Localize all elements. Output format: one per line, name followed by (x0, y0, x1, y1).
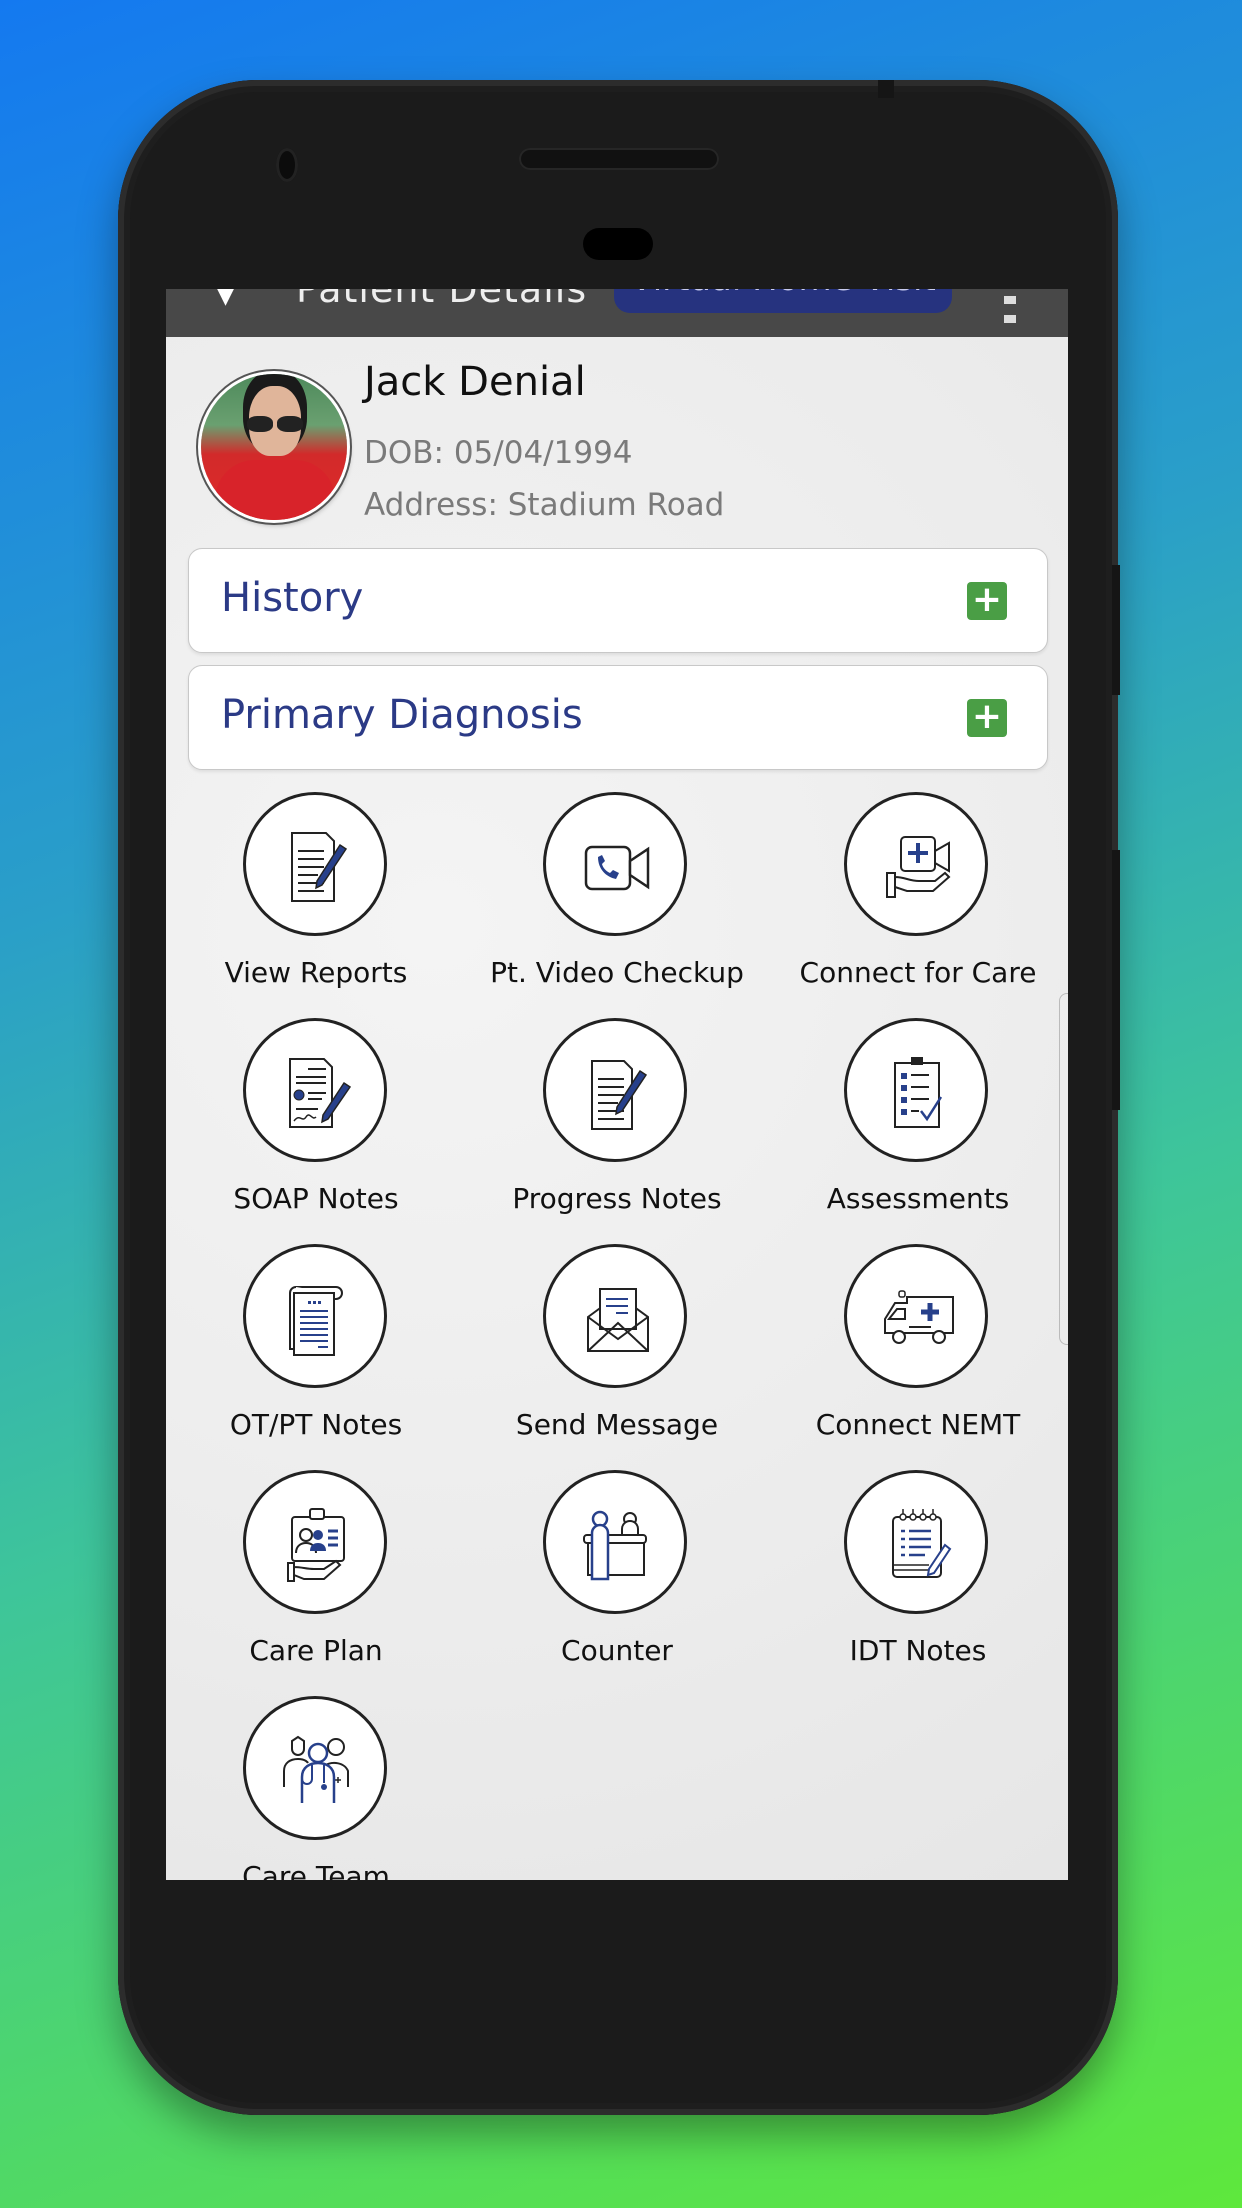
document-edit-icon (243, 792, 387, 936)
tile-label: SOAP Notes (233, 1182, 399, 1215)
tile-label: Care Plan (249, 1634, 383, 1667)
tile-label: Care Team (242, 1860, 390, 1880)
ambulance-icon (844, 1244, 988, 1388)
envelope-letter-icon (543, 1244, 687, 1388)
patient-name: Jack Denial (364, 359, 586, 405)
medical-team-icon (243, 1696, 387, 1840)
virtual-home-visit-button[interactable]: Virtual Home Visit (614, 289, 952, 313)
top-notch-mark (878, 80, 894, 98)
tile-label: Connect NEMT (815, 1408, 1021, 1441)
front-camera (276, 148, 298, 182)
tile-ot-pt-notes[interactable]: OT/PT Notes (166, 1244, 466, 1470)
video-call-icon (543, 792, 687, 936)
patient-details-screen: ▼ Patient Details Virtual Home Visit Jac… (166, 289, 1068, 1880)
phone-screen: ▼ Patient Details Virtual Home Visit Jac… (166, 289, 1068, 1880)
tile-label: IDT Notes (849, 1634, 987, 1667)
plus-icon[interactable]: + (967, 699, 1007, 737)
overflow-menu-icon[interactable] (1004, 289, 1038, 323)
tile-label: Progress Notes (512, 1182, 722, 1215)
primary-diagnosis-section[interactable]: Primary Diagnosis + (188, 665, 1048, 770)
tile-send-message[interactable]: Send Message (467, 1244, 767, 1470)
notepad-pencil-icon (844, 1470, 988, 1614)
tile-care-team[interactable]: Care Team (166, 1696, 466, 1880)
tile-care-plan[interactable]: Care Plan (166, 1470, 466, 1696)
reception-counter-icon (543, 1470, 687, 1614)
tile-assessments[interactable]: Assessments (768, 1018, 1068, 1244)
tile-label: OT/PT Notes (229, 1408, 403, 1441)
content: Jack Denial DOB: 05/04/1994 Address: Sta… (166, 337, 1068, 1880)
scrollbar[interactable] (1059, 993, 1068, 1345)
avatar (201, 374, 347, 520)
tile-label: Assessments (826, 1182, 1010, 1215)
tile-idt-notes[interactable]: IDT Notes (768, 1470, 1068, 1696)
tile-label: Counter (561, 1634, 673, 1667)
signed-document-icon (243, 1018, 387, 1162)
primary-diagnosis-title: Primary Diagnosis (221, 692, 583, 738)
scroll-notes-icon (243, 1244, 387, 1388)
patient-dob: DOB: 05/04/1994 (364, 435, 633, 471)
care-hand-icon (844, 792, 988, 936)
history-title: History (221, 575, 364, 621)
tile-connect-for-care[interactable]: Connect for Care (768, 792, 1068, 1018)
tile-pt-video-checkup[interactable]: Pt. Video Checkup (467, 792, 767, 1018)
power-button (1112, 565, 1120, 695)
arrow-left-icon[interactable]: ▼ (214, 289, 237, 310)
patient-address: Address: Stadium Road (364, 487, 725, 523)
app-bar-title: Patient Details (296, 289, 588, 311)
care-plan-icon (243, 1470, 387, 1614)
app-bar: ▼ Patient Details Virtual Home Visit (166, 289, 1068, 337)
volume-button (1112, 850, 1120, 1110)
document-pen-icon (543, 1018, 687, 1162)
history-section[interactable]: History + (188, 548, 1048, 653)
tile-label: Pt. Video Checkup (490, 956, 744, 989)
plus-icon[interactable]: + (967, 582, 1007, 620)
tile-label: Send Message (515, 1408, 719, 1441)
tile-soap-notes[interactable]: SOAP Notes (166, 1018, 466, 1244)
proximity-sensor (583, 228, 653, 260)
tile-label: View Reports (224, 956, 408, 989)
tile-label: Connect for Care (799, 956, 1037, 989)
tile-counter[interactable]: Counter (467, 1470, 767, 1696)
tile-connect-nemt[interactable]: Connect NEMT (768, 1244, 1068, 1470)
earpiece-speaker (519, 148, 719, 170)
tile-progress-notes[interactable]: Progress Notes (467, 1018, 767, 1244)
clipboard-check-icon (844, 1018, 988, 1162)
tile-view-reports[interactable]: View Reports (166, 792, 466, 1018)
